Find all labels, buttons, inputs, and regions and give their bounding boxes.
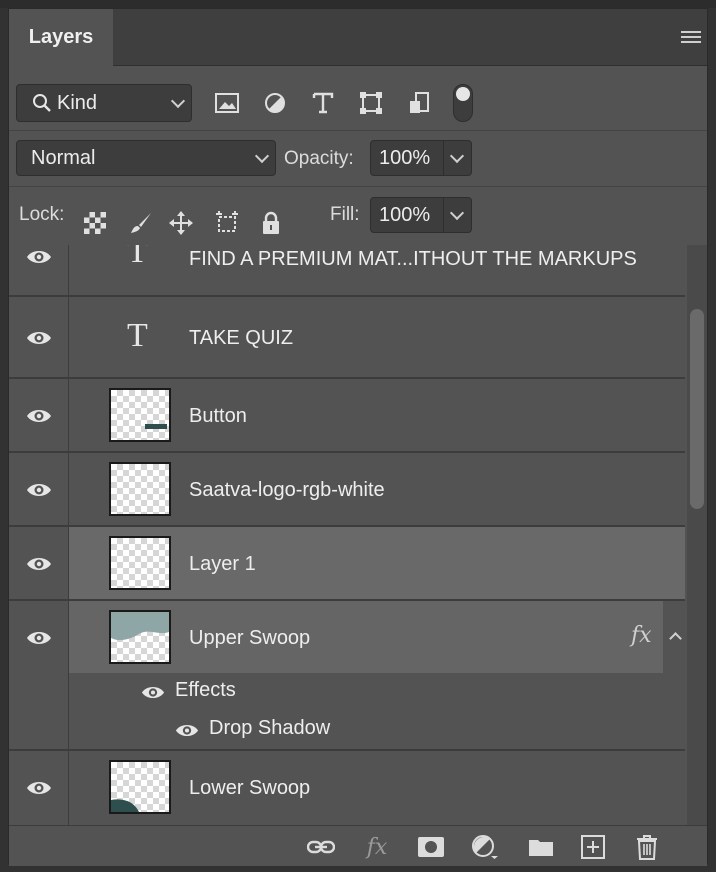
layers-bottom-toolbar: fx	[9, 825, 707, 866]
layer-thumbnail	[109, 462, 171, 516]
layer-row-saatva-logo[interactable]: Saatva-logo-rgb-white	[9, 453, 685, 527]
toggle-knob	[456, 87, 470, 101]
link-layers-icon[interactable]	[307, 834, 335, 860]
panel-menu-icon[interactable]	[681, 31, 701, 45]
eye-column	[9, 245, 69, 295]
layer-name: Lower Swoop	[189, 777, 311, 799]
search-icon	[33, 94, 51, 112]
lock-label: Lock:	[19, 204, 65, 225]
layer-name: TAKE QUIZ	[189, 327, 294, 349]
layer-thumbnail	[109, 760, 171, 814]
layer-row-find-a-premium[interactable]: T FIND A PREMIUM MAT...ITHOUT THE MARKUP…	[9, 245, 685, 297]
chevron-down-icon	[254, 148, 270, 164]
effects-visibility-eye-icon[interactable]	[141, 685, 165, 700]
opacity-input[interactable]: 100%	[370, 140, 444, 176]
layer-thumbnail	[109, 610, 171, 664]
lock-transparent-pixels-icon[interactable]	[81, 209, 109, 237]
eye-column	[9, 297, 69, 377]
layers-panel: Layers Kind Normal Opacity: 100% Lock: F…	[8, 8, 708, 866]
chevron-down-icon	[449, 205, 465, 221]
layer-row-layer-1[interactable]: Layer 1	[9, 527, 685, 601]
thumbnail-button-shape	[145, 424, 167, 429]
lock-position-move-icon[interactable]	[167, 209, 195, 237]
thumbnail-swoop-shape	[111, 612, 169, 641]
layer-name: FIND A PREMIUM MAT...ITHOUT THE MARKUPS	[189, 248, 637, 270]
filter-kind-label: Kind	[57, 91, 98, 114]
visibility-eye-icon[interactable]	[26, 330, 52, 346]
layer-row-lower-swoop[interactable]: Lower Swoop	[9, 751, 685, 825]
type-layer-filter-icon[interactable]	[309, 89, 337, 117]
new-group-folder-icon[interactable]	[527, 834, 555, 860]
visibility-eye-icon[interactable]	[26, 556, 52, 572]
text-layer-icon: T	[127, 317, 148, 354]
layer-name: Saatva-logo-rgb-white	[189, 479, 385, 501]
blend-mode-dropdown[interactable]: Normal	[16, 140, 276, 176]
shape-layer-filter-icon[interactable]	[357, 89, 385, 117]
fill-input[interactable]: 100%	[370, 197, 444, 233]
eye-column	[9, 751, 69, 825]
filter-toggle-switch[interactable]	[453, 84, 473, 122]
chevron-down-icon	[449, 148, 465, 164]
pixel-layer-filter-icon[interactable]	[213, 89, 241, 117]
blend-mode-value: Normal	[31, 146, 96, 169]
fill-dropdown-button[interactable]	[444, 197, 472, 233]
effects-label: Effects	[175, 679, 236, 701]
layer-name: Upper Swoop	[189, 627, 311, 649]
thumbnail-swoop-shape	[111, 799, 139, 812]
lock-all-padlock-icon[interactable]	[257, 209, 285, 237]
visibility-eye-icon[interactable]	[26, 482, 52, 498]
layers-list: T FIND A PREMIUM MAT...ITHOUT THE MARKUP…	[9, 245, 685, 825]
eye-column	[9, 379, 69, 451]
layer-name: Layer 1	[189, 553, 256, 575]
eye-column	[9, 453, 69, 525]
smart-object-filter-icon[interactable]	[405, 89, 433, 117]
layer-row-upper-swoop[interactable]: Upper Swoop fx Effects Drop Shadow	[9, 601, 685, 751]
visibility-eye-icon[interactable]	[26, 780, 52, 796]
adjustment-layer-filter-icon[interactable]	[261, 89, 289, 117]
visibility-eye-icon[interactable]	[26, 408, 52, 424]
drop-shadow-visibility-eye-icon[interactable]	[175, 723, 199, 738]
lock-image-pixels-brush-icon[interactable]	[127, 209, 155, 237]
new-layer-icon[interactable]	[579, 834, 607, 860]
collapse-effects-chevron-icon[interactable]	[665, 601, 685, 673]
eye-column	[9, 601, 69, 749]
visibility-eye-icon[interactable]	[26, 249, 52, 265]
drop-shadow-effect-label[interactable]: Drop Shadow	[209, 717, 330, 740]
layer-thumbnail	[109, 388, 171, 442]
layer-row-take-quiz[interactable]: T TAKE QUIZ	[9, 297, 685, 379]
add-layer-style-fx-icon[interactable]: fx	[363, 834, 391, 860]
visibility-eye-icon[interactable]	[26, 630, 52, 646]
chevron-up-icon	[669, 632, 682, 645]
opacity-dropdown-button[interactable]	[444, 140, 472, 176]
prevent-auto-nesting-artboard-icon[interactable]	[213, 209, 241, 237]
tab-layers[interactable]: Layers	[9, 9, 113, 66]
new-adjustment-layer-icon[interactable]	[471, 834, 499, 860]
opacity-label: Opacity:	[284, 148, 354, 169]
layer-thumbnail	[109, 536, 171, 590]
layers-scrollbar[interactable]	[687, 245, 707, 825]
window-top-strip	[0, 0, 716, 8]
filter-kind-dropdown[interactable]: Kind	[16, 84, 192, 122]
delete-layer-trash-icon[interactable]	[633, 834, 661, 860]
eye-column	[9, 527, 69, 599]
panel-tab-bar: Layers	[9, 9, 707, 66]
text-layer-icon: T	[127, 245, 148, 270]
fill-label: Fill:	[330, 204, 360, 225]
scrollbar-thumb[interactable]	[690, 309, 704, 509]
chevron-down-icon	[170, 93, 186, 109]
layer-row-button[interactable]: Button	[9, 379, 685, 453]
add-layer-mask-icon[interactable]	[417, 834, 445, 860]
layer-name: Button	[189, 405, 247, 427]
layer-effects-fx-icon[interactable]: fx	[631, 623, 652, 648]
